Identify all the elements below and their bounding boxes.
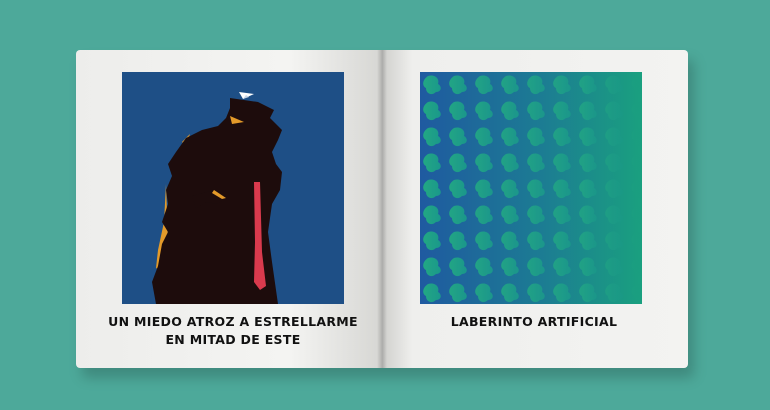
left-page-caption: UN MIEDO ATROZ A ESTRELLARME EN MITAD DE… bbox=[83, 313, 383, 349]
silhouette-illustration bbox=[152, 92, 282, 304]
left-illustration bbox=[122, 72, 344, 304]
caption-line-1: UN MIEDO ATROZ A ESTRELLARME bbox=[108, 314, 358, 329]
book-scene: UN MIEDO ATROZ A ESTRELLARME EN MITAD DE… bbox=[0, 0, 770, 410]
caption-line-2: EN MITAD DE ESTE bbox=[165, 332, 301, 347]
caption-line-1: LABERINTO ARTIFICIAL bbox=[450, 314, 618, 329]
right-illustration bbox=[420, 72, 642, 304]
right-page-caption: LABERINTO ARTIFICIAL bbox=[384, 313, 684, 331]
leaf-pattern-illustration bbox=[420, 72, 642, 304]
